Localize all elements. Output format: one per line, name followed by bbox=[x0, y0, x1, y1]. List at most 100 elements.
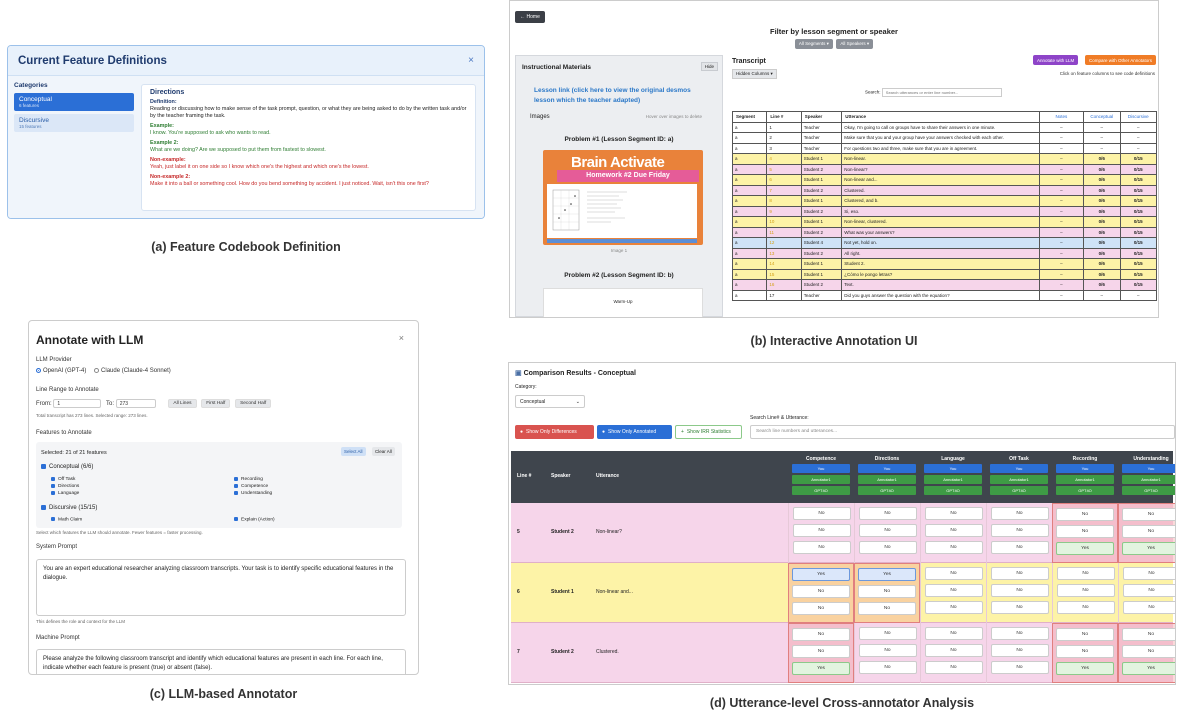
speaker-filter[interactable]: All Speakers ▾ bbox=[836, 39, 874, 49]
annotation-value[interactable]: No bbox=[858, 524, 917, 537]
table-row[interactable]: a 5 Student 2 Non-linear? –0/6 0/15 bbox=[731, 163, 1157, 175]
annotation-value[interactable]: Yes bbox=[858, 568, 916, 581]
col-conceptual[interactable]: Conceptual bbox=[1083, 111, 1121, 123]
notes-cell[interactable]: – bbox=[1038, 142, 1085, 154]
annotation-value[interactable]: No bbox=[1122, 584, 1175, 597]
lesson-image[interactable]: Brain Activate Homework #2 Due Friday bbox=[543, 150, 703, 245]
notes-cell[interactable]: – bbox=[1038, 174, 1085, 186]
col-utterance[interactable]: Utterance bbox=[841, 111, 1040, 123]
annotation-value[interactable]: No bbox=[990, 627, 1049, 640]
checkbox-icon[interactable] bbox=[234, 476, 238, 481]
conceptual-cell[interactable]: 0/6 bbox=[1083, 237, 1121, 249]
conceptual-cell[interactable]: – bbox=[1083, 289, 1121, 301]
annotation-value[interactable]: No bbox=[990, 584, 1049, 597]
feature-checkbox[interactable]: Recording bbox=[234, 476, 272, 483]
annotation-value[interactable]: No bbox=[1122, 628, 1175, 641]
annotation-value[interactable]: No bbox=[990, 524, 1049, 537]
category-select[interactable]: Conceptual ⌄ bbox=[515, 395, 585, 408]
feature-checkbox[interactable]: Math Claim bbox=[51, 517, 82, 522]
conceptual-cell[interactable]: – bbox=[1083, 132, 1121, 144]
annotation-value[interactable]: No bbox=[990, 567, 1049, 580]
table-row[interactable]: a 9 Student 2 Si, eso. –0/6 0/15 bbox=[731, 205, 1157, 217]
feature-checkbox[interactable]: Off Task bbox=[51, 476, 79, 483]
col-notes[interactable]: Notes bbox=[1038, 111, 1085, 123]
checkbox-icon[interactable] bbox=[51, 476, 55, 481]
annotate-llm-button[interactable]: Annotate with LLM bbox=[1033, 55, 1079, 65]
checkbox-icon[interactable] bbox=[51, 490, 55, 495]
to-input[interactable]: 273 bbox=[115, 399, 156, 408]
table-row[interactable]: a 4 Student 1 Non-linear. –0/6 0/15 bbox=[731, 153, 1157, 165]
discursive-cell[interactable]: 0/15 bbox=[1119, 279, 1157, 291]
conceptual-cell[interactable]: 0/6 bbox=[1083, 216, 1121, 228]
annotation-value[interactable]: No bbox=[858, 541, 917, 554]
annotation-value[interactable]: No bbox=[1056, 645, 1114, 658]
notes-cell[interactable]: – bbox=[1038, 163, 1085, 175]
comparison-search-input[interactable]: Search line numbers and utterances... bbox=[750, 425, 1175, 439]
notes-cell[interactable]: – bbox=[1038, 279, 1085, 291]
home-button[interactable]: ← Home bbox=[515, 11, 545, 23]
annotation-value[interactable]: No bbox=[924, 661, 983, 674]
segment-filter[interactable]: All Segments ▾ bbox=[794, 39, 833, 49]
checkbox-icon[interactable] bbox=[234, 483, 238, 488]
annotation-value[interactable]: No bbox=[990, 661, 1049, 674]
annotation-value[interactable]: No bbox=[858, 627, 917, 640]
feature-checkbox[interactable]: Understanding bbox=[234, 490, 272, 497]
comparison-row[interactable]: 7 Student 2 Clustered. No No Yes No No No No No No N… bbox=[511, 623, 1175, 683]
annotation-value[interactable]: No bbox=[858, 644, 917, 657]
discursive-cell[interactable]: 0/15 bbox=[1119, 174, 1157, 186]
clear-all-button[interactable]: Clear All bbox=[372, 447, 395, 456]
hidden-columns-dropdown[interactable]: Hidden Columns ▾ bbox=[732, 69, 777, 79]
annotation-value[interactable]: No bbox=[792, 507, 851, 520]
conceptual-cell[interactable]: – bbox=[1083, 121, 1121, 133]
group-conceptual[interactable]: Conceptual (6/6) bbox=[41, 464, 93, 470]
notes-cell[interactable]: – bbox=[1038, 258, 1085, 270]
feature-checkbox[interactable]: Explain (Action) bbox=[234, 517, 275, 522]
machine-prompt-textarea[interactable]: Please analyze the following classroom t… bbox=[36, 649, 406, 674]
annotation-value[interactable]: No bbox=[924, 627, 983, 640]
hide-button[interactable]: Hide bbox=[700, 62, 718, 71]
notes-cell[interactable]: – bbox=[1038, 132, 1085, 144]
annotation-value[interactable]: No bbox=[924, 644, 983, 657]
discursive-cell[interactable]: 0/15 bbox=[1119, 237, 1157, 249]
annotation-value[interactable]: No bbox=[1122, 567, 1175, 580]
annotation-value[interactable]: No bbox=[792, 602, 850, 615]
conceptual-cell[interactable]: 0/6 bbox=[1083, 258, 1121, 270]
feature-checkbox[interactable]: Competence bbox=[234, 483, 272, 490]
annotation-value[interactable]: No bbox=[924, 541, 983, 554]
annotation-value[interactable]: No bbox=[924, 601, 983, 614]
annotation-value[interactable]: No bbox=[1122, 508, 1175, 521]
annotation-value[interactable]: No bbox=[1122, 645, 1175, 658]
conceptual-cell[interactable]: – bbox=[1083, 142, 1121, 154]
table-row[interactable]: a 15 Student 1 ¿Cómo le pongo letras? –0/6 0/… bbox=[731, 268, 1157, 280]
feature-checkbox[interactable]: Language bbox=[51, 490, 79, 497]
conceptual-cell[interactable]: 0/6 bbox=[1083, 226, 1121, 238]
annotation-value[interactable]: Yes bbox=[792, 662, 850, 675]
notes-cell[interactable]: – bbox=[1038, 289, 1085, 301]
conceptual-cell[interactable]: 0/6 bbox=[1083, 205, 1121, 217]
notes-cell[interactable]: – bbox=[1038, 195, 1085, 207]
annotation-value[interactable]: No bbox=[1056, 601, 1115, 614]
lesson-image-2[interactable]: Warm-Up bbox=[543, 288, 703, 317]
conceptual-cell[interactable]: 0/6 bbox=[1083, 174, 1121, 186]
show-differences-button[interactable]: ● Show Only Differences bbox=[515, 425, 594, 439]
close-icon[interactable]: × bbox=[468, 55, 474, 66]
from-input[interactable]: 1 bbox=[53, 399, 102, 408]
discursive-cell[interactable]: 0/15 bbox=[1119, 258, 1157, 270]
checkbox-icon[interactable] bbox=[51, 517, 55, 521]
radio-openai[interactable] bbox=[36, 368, 41, 373]
table-row[interactable]: a 14 Student 1 Student 2. –0/6 0/15 bbox=[731, 258, 1157, 270]
annotation-value[interactable]: Yes bbox=[1056, 542, 1114, 555]
discursive-cell[interactable]: – bbox=[1119, 121, 1157, 133]
annotation-value[interactable]: No bbox=[924, 524, 983, 537]
discursive-cell[interactable]: 0/15 bbox=[1119, 195, 1157, 207]
conceptual-cell[interactable]: 0/6 bbox=[1083, 163, 1121, 175]
annotation-value[interactable]: No bbox=[858, 585, 916, 598]
table-row[interactable]: a 7 Student 2 Clustered. –0/6 0/15 bbox=[731, 184, 1157, 196]
discursive-cell[interactable]: 0/15 bbox=[1119, 153, 1157, 165]
first-half-button[interactable]: First Half bbox=[201, 399, 231, 408]
annotation-value[interactable]: No bbox=[792, 524, 851, 537]
notes-cell[interactable]: – bbox=[1038, 226, 1085, 238]
checkbox-icon[interactable] bbox=[51, 483, 55, 488]
discursive-cell[interactable]: 0/15 bbox=[1119, 184, 1157, 196]
col-line[interactable]: Line # bbox=[766, 111, 802, 123]
